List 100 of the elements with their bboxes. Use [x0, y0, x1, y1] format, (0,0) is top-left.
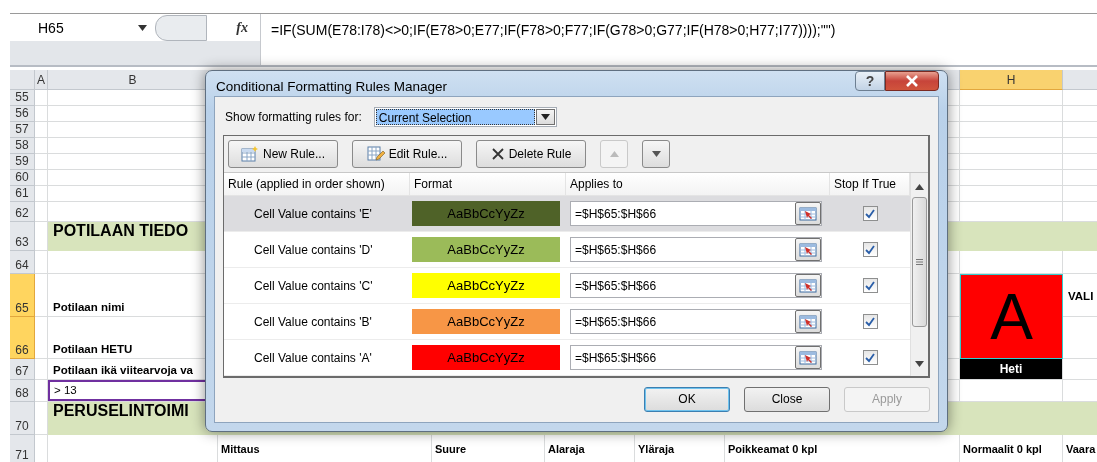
- edit-rule-button[interactable]: Edit Rule...: [352, 140, 462, 168]
- stop-if-true-checkbox[interactable]: [862, 242, 878, 257]
- row-header[interactable]: 59: [10, 154, 35, 170]
- dialog-title: Conditional Formatting Rules Manager: [215, 78, 448, 94]
- sheet-cell[interactable]: [35, 154, 48, 170]
- applies-to-field[interactable]: =$H$65:$H$66: [570, 201, 822, 226]
- rule-text: Cell Value contains 'C': [253, 278, 374, 293]
- range-select-button[interactable]: [795, 238, 821, 261]
- format-preview: AaBbCcYyZz: [412, 201, 560, 226]
- field-label: Potilaan ikä viitearvoja va: [52, 364, 193, 378]
- range-select-button[interactable]: [795, 310, 821, 333]
- select-all-corner[interactable]: [10, 70, 35, 90]
- sheet-cell[interactable]: [35, 251, 48, 274]
- field-label: Potilaan HETU: [52, 343, 133, 357]
- range-select-button[interactable]: [795, 274, 821, 297]
- stop-if-true-checkbox[interactable]: [862, 314, 878, 329]
- sheet-cell[interactable]: [35, 317, 48, 359]
- sheet-cell[interactable]: [35, 380, 48, 402]
- column-header[interactable]: H: [960, 70, 1063, 90]
- dialog-button[interactable]: Close: [744, 386, 830, 412]
- row-header[interactable]: 68: [10, 380, 35, 402]
- sheet-cell[interactable]: Yläraja: [635, 435, 725, 462]
- grade-cell[interactable]: A: [960, 274, 1063, 359]
- row-header[interactable]: 55: [10, 90, 35, 106]
- function-label[interactable]: fx: [236, 19, 248, 36]
- sheet-cell[interactable]: [35, 90, 48, 106]
- row-header[interactable]: 64: [10, 251, 35, 274]
- rule-text: Cell Value contains 'A': [253, 350, 373, 365]
- sheet-cell[interactable]: [35, 202, 48, 222]
- column-heading: Yläraja: [637, 443, 675, 457]
- rule-row[interactable]: Cell Value contains 'E' AaBbCcYyZz =$H$65:$H$66: [224, 196, 910, 232]
- row-header[interactable]: 63: [10, 222, 35, 251]
- delete-rule-button[interactable]: Delete Rule: [476, 140, 586, 168]
- sheet-cell[interactable]: [960, 122, 1063, 138]
- format-preview: AaBbCcYyZz: [412, 309, 560, 334]
- down-arrow-button[interactable]: [642, 140, 670, 168]
- formula-field[interactable]: =IF(SUM(E78:I78)<>0;IF(E78>0;E77;IF(F78>0;F77;IF(G78>0;G77;IF(H78>0;H77;I77))));""): [261, 14, 1097, 65]
- sheet-cell[interactable]: [960, 186, 1063, 202]
- range-select-button[interactable]: [795, 202, 821, 225]
- sheet-cell[interactable]: [35, 106, 48, 122]
- row-header[interactable]: 60: [10, 170, 35, 186]
- new-rule-button[interactable]: New Rule...: [228, 140, 338, 168]
- sheet-cell[interactable]: [35, 138, 48, 154]
- row-header[interactable]: 56: [10, 106, 35, 122]
- close-button[interactable]: [885, 71, 939, 91]
- grip-icon: [916, 259, 923, 265]
- grade-caption: Heti: [960, 358, 1062, 379]
- row-header[interactable]: 58: [10, 138, 35, 154]
- help-button[interactable]: ?: [855, 71, 885, 91]
- sheet-cell[interactable]: [35, 359, 48, 380]
- row-header[interactable]: 70: [10, 402, 35, 435]
- column-heading: Suure: [434, 443, 467, 457]
- row-header[interactable]: 67: [10, 359, 35, 380]
- applies-to-field[interactable]: =$H$65:$H$66: [570, 345, 822, 370]
- sheet-cell[interactable]: [960, 170, 1063, 186]
- sheet-cell[interactable]: [960, 138, 1063, 154]
- stop-if-true-checkbox[interactable]: [862, 350, 878, 365]
- applies-to-field[interactable]: =$H$65:$H$66: [570, 237, 822, 262]
- sheet-cell[interactable]: [960, 106, 1063, 122]
- row-header[interactable]: 71: [10, 435, 35, 462]
- sheet-cell[interactable]: Mittaus: [218, 435, 432, 462]
- row-header[interactable]: 65: [10, 274, 35, 317]
- scroll-thumb[interactable]: [912, 197, 927, 327]
- scope-dropdown[interactable]: Current Selection: [373, 107, 557, 127]
- sheet-cell[interactable]: [35, 186, 48, 202]
- sheet-cell[interactable]: [35, 122, 48, 138]
- scrollbar[interactable]: [910, 173, 928, 376]
- column-header[interactable]: A: [35, 70, 48, 90]
- sheet-cell[interactable]: Normaalit 0 kpl: [960, 435, 1063, 462]
- stop-if-true-checkbox[interactable]: [862, 206, 878, 221]
- up-arrow-icon: [609, 151, 619, 157]
- sheet-cell[interactable]: Poikkeamat 0 kpl: [725, 435, 960, 462]
- sheet-cell[interactable]: Suure: [432, 435, 545, 462]
- column-heading: Normaalit 0 kpl: [962, 443, 1042, 457]
- name-box[interactable]: H65: [10, 14, 155, 41]
- applies-to-field[interactable]: =$H$65:$H$66: [570, 273, 822, 298]
- sheet-cell[interactable]: [35, 274, 48, 317]
- sheet-cell[interactable]: VALI: [1063, 274, 1097, 317]
- row-header[interactable]: 61: [10, 186, 35, 202]
- dialog-button[interactable]: OK: [644, 386, 730, 412]
- stop-if-true-checkbox[interactable]: [862, 278, 878, 293]
- rule-text: Cell Value contains 'B': [253, 314, 373, 329]
- sheet-cell[interactable]: [35, 170, 48, 186]
- applies-to-field[interactable]: =$H$65:$H$66: [570, 309, 822, 334]
- column-header: Stop If True: [830, 173, 910, 195]
- down-arrow-icon: [651, 151, 661, 157]
- row-header[interactable]: 66: [10, 317, 35, 359]
- section-title: POTILAAN TIEDO: [52, 222, 189, 241]
- dropdown-icon: [540, 114, 550, 120]
- column-header: Format: [410, 173, 566, 195]
- row-header[interactable]: 57: [10, 122, 35, 138]
- formula-bar-handle[interactable]: [155, 14, 207, 41]
- column-heading: Alaraja: [547, 443, 585, 457]
- row-header[interactable]: 62: [10, 202, 35, 222]
- sheet-cell[interactable]: Vaara: [1063, 435, 1097, 462]
- range-select-button[interactable]: [795, 346, 821, 369]
- sheet-cell[interactable]: [960, 90, 1063, 106]
- sheet-cell[interactable]: [960, 154, 1063, 170]
- range-select-icon: [799, 206, 817, 221]
- sheet-cell[interactable]: Alaraja: [545, 435, 635, 462]
